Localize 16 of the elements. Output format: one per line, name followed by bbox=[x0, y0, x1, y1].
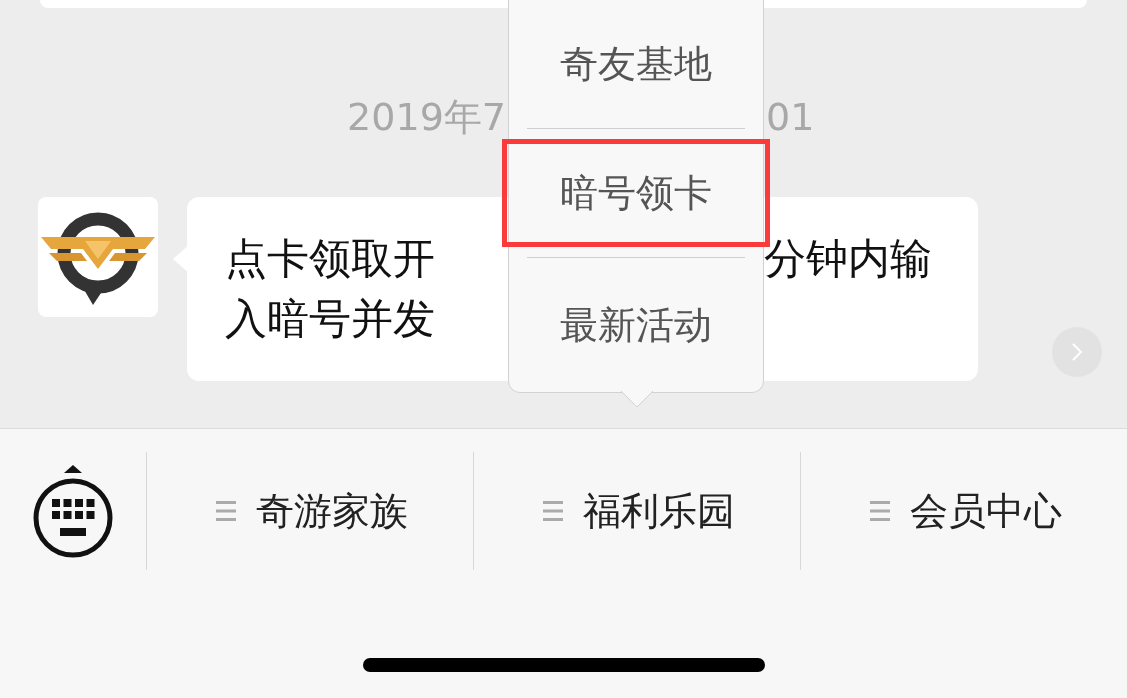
menu-tab[interactable]: 奇游家族 bbox=[146, 452, 473, 570]
keyboard-icon bbox=[32, 463, 114, 559]
popup-menu-item[interactable]: 暗号领卡 bbox=[502, 139, 770, 247]
timestamp: 2019年7 bbox=[347, 95, 506, 139]
popup-menu-item[interactable]: 奇友基地 bbox=[509, 1, 763, 128]
message-text: 点卡领取开 bbox=[225, 233, 435, 285]
popup-menu-item[interactable]: 最新活动 bbox=[509, 258, 763, 392]
menu-icon bbox=[870, 500, 890, 522]
timestamp: 01 bbox=[766, 95, 815, 139]
keyboard-toggle-button[interactable] bbox=[32, 463, 114, 559]
message-text: 入暗号并发 bbox=[225, 293, 435, 345]
menu-icon bbox=[543, 500, 563, 522]
menu-tab[interactable]: 会员中心 bbox=[800, 452, 1127, 570]
menu-tab[interactable]: 福利乐园 bbox=[473, 452, 800, 570]
menu-icon bbox=[216, 500, 236, 522]
chevron-right-icon bbox=[1071, 342, 1083, 362]
